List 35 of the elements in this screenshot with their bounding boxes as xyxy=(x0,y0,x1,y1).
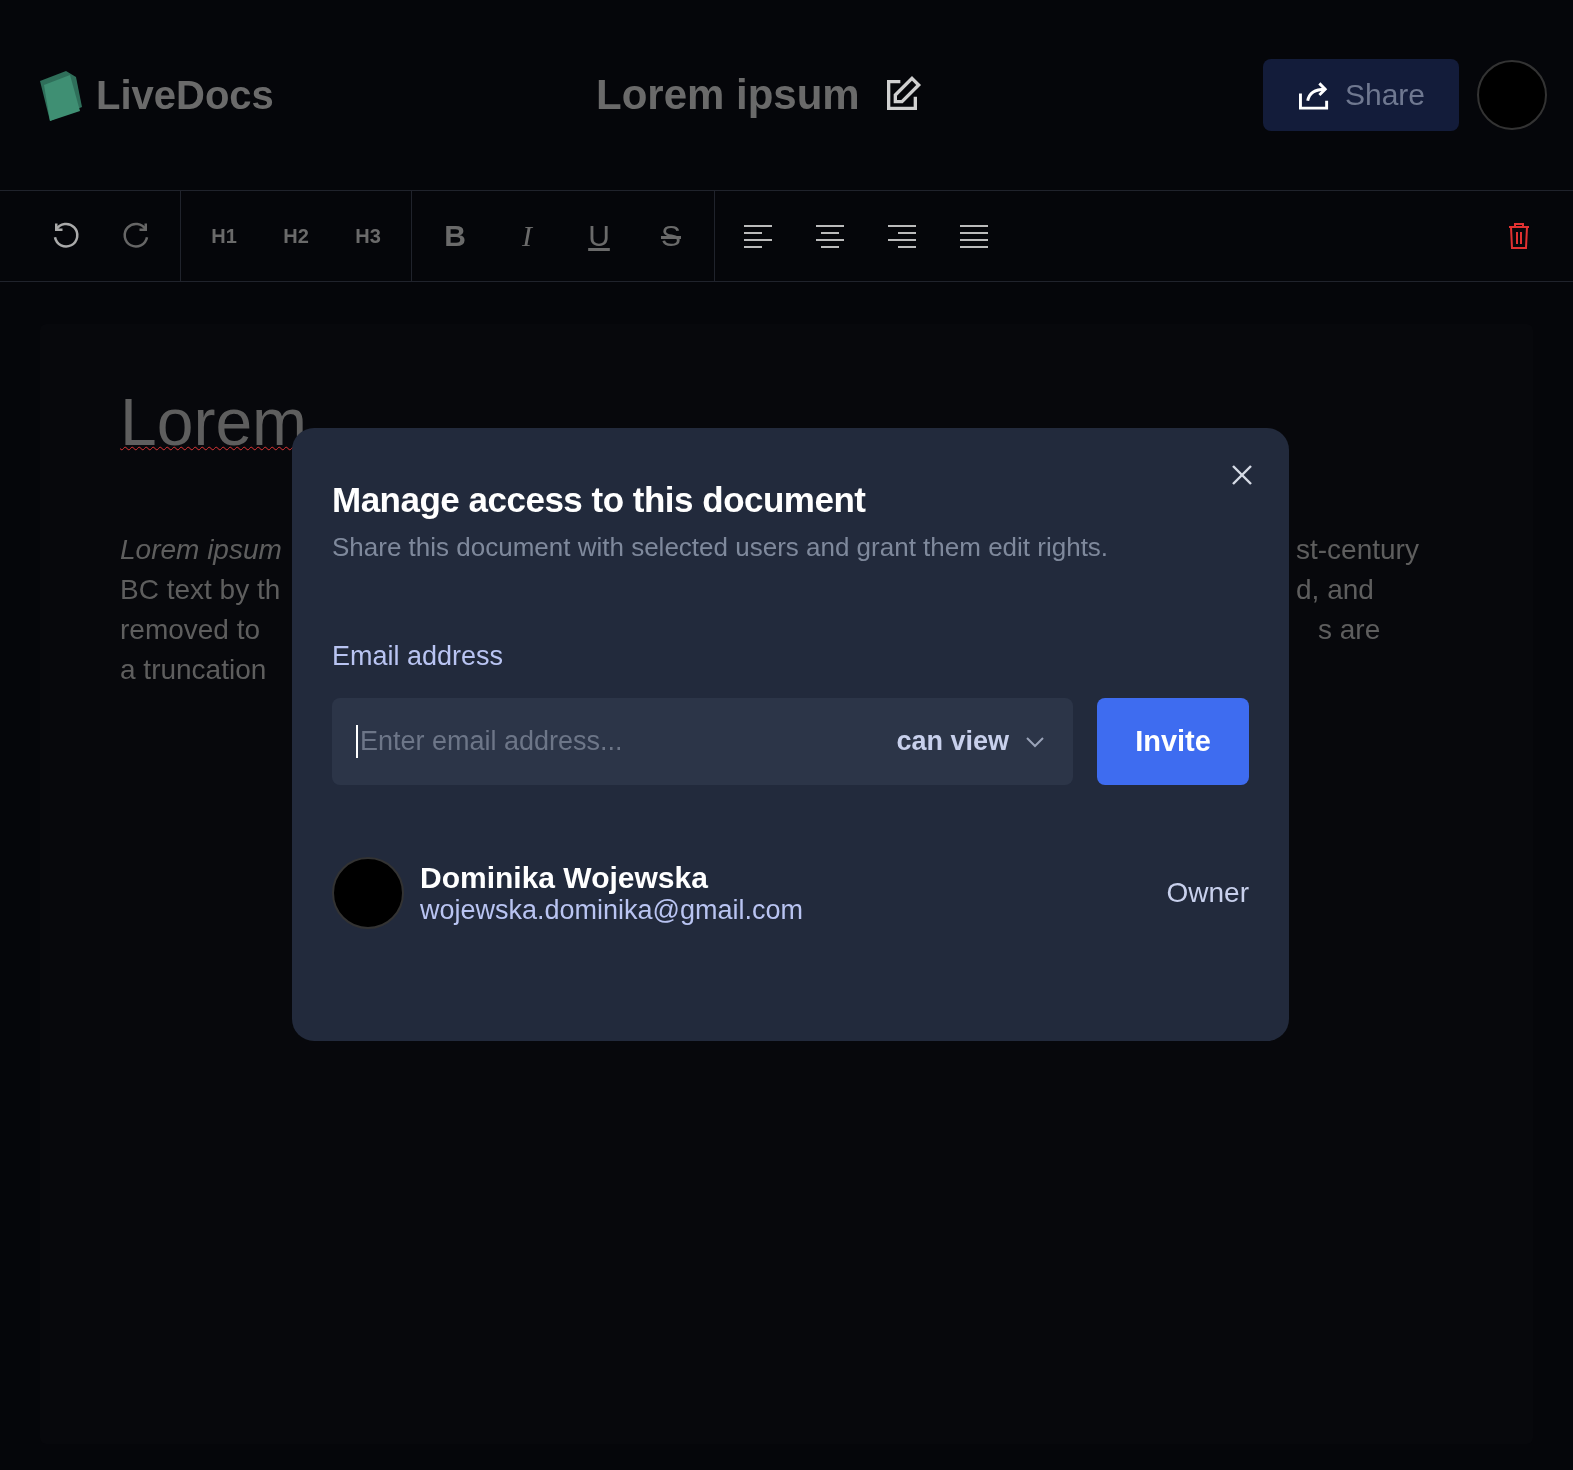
paragraph-line: BC text by th xyxy=(120,573,281,607)
paragraph-line: removed to xyxy=(120,613,261,647)
user-name: Dominika Wojewska xyxy=(420,860,709,895)
chevron-down-icon xyxy=(1025,735,1045,748)
dialog-subtitle: Share this document with selected users and grant them edit rights. xyxy=(332,532,1110,563)
share-button[interactable]: Share xyxy=(1263,59,1459,131)
heading-button[interactable]: H3 xyxy=(353,224,383,248)
trash-icon[interactable] xyxy=(1507,222,1531,250)
align-right-icon[interactable] xyxy=(887,223,917,249)
document-heading: Lorem xyxy=(120,384,309,460)
underline-button[interactable]: U xyxy=(584,219,614,253)
user-email: wojewska.dominika@gmail.com xyxy=(420,894,805,926)
document-title: Lorem ipsum xyxy=(596,71,860,119)
paragraph-line: d, and xyxy=(1296,573,1374,607)
user-role: Owner xyxy=(1166,877,1249,909)
bold-button[interactable]: B xyxy=(440,219,470,253)
align-left-icon[interactable] xyxy=(743,223,773,249)
paragraph-line: st-century xyxy=(1296,533,1419,567)
italic-button[interactable]: I xyxy=(512,219,542,253)
paragraph-line: a truncation xyxy=(120,653,267,687)
paragraph-line: s are xyxy=(1317,613,1381,647)
align-center-icon[interactable] xyxy=(815,223,845,249)
email-input[interactable]: Enter email address... xyxy=(356,725,897,758)
permission-dropdown[interactable]: can view xyxy=(896,726,1045,757)
paragraph-line: Lorem ipsum xyxy=(120,533,282,567)
invite-button[interactable]: Invite xyxy=(1097,698,1249,785)
close-icon[interactable] xyxy=(1231,464,1253,486)
app-name: LiveDocs xyxy=(96,72,274,118)
strike-button[interactable]: S xyxy=(656,219,686,253)
email-label: Email address xyxy=(332,641,505,672)
email-field[interactable]: Enter email address... can view xyxy=(332,698,1073,785)
dialog-title: Manage access to this document xyxy=(332,480,867,520)
heading-button[interactable]: H2 xyxy=(281,224,311,248)
heading-button[interactable]: H1 xyxy=(209,224,239,248)
justify-icon[interactable] xyxy=(959,223,989,249)
